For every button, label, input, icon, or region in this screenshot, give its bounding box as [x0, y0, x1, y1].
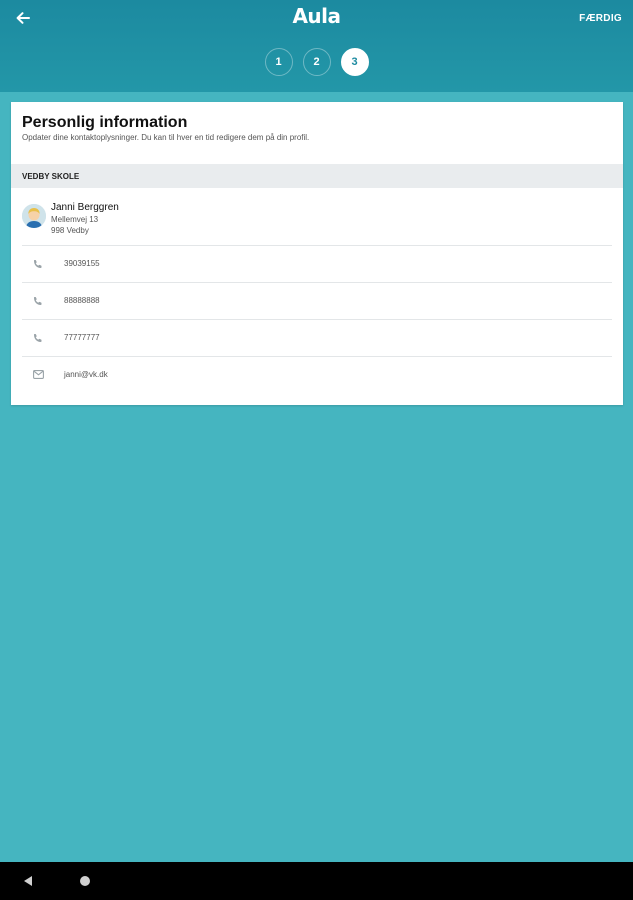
- phone-icon: [32, 258, 44, 270]
- nav-home-icon[interactable]: [80, 876, 90, 886]
- step-indicator: 1 2 3: [0, 48, 633, 76]
- mail-icon: [32, 369, 44, 381]
- contact-value: 88888888: [64, 296, 100, 305]
- phone-icon: [32, 332, 44, 344]
- contact-row-phone-3[interactable]: 77777777: [22, 319, 612, 355]
- contact-value: 77777777: [64, 333, 100, 342]
- system-nav-bar: [0, 862, 633, 900]
- contact-value: 39039155: [64, 259, 100, 268]
- person-address-line2: 998 Vedby: [51, 226, 89, 235]
- personal-info-card: Personlig information Opdater dine konta…: [11, 102, 623, 405]
- nav-back-icon[interactable]: [22, 875, 34, 887]
- avatar: [22, 204, 46, 228]
- app-logo: Aula: [292, 4, 341, 28]
- contact-value: janni@vk.dk: [64, 370, 108, 379]
- phone-icon: [32, 295, 44, 307]
- contact-row-phone-2[interactable]: 88888888: [22, 282, 612, 318]
- user-avatar-icon: [22, 204, 46, 228]
- step-2[interactable]: 2: [302, 48, 331, 76]
- contact-row-email[interactable]: janni@vk.dk: [22, 356, 612, 392]
- step-1[interactable]: 1: [264, 48, 293, 76]
- done-button[interactable]: FÆRDIG: [579, 13, 622, 24]
- page-subtitle: Opdater dine kontaktoplysninger. Du kan …: [22, 133, 310, 142]
- person-name: Janni Berggren: [51, 202, 119, 213]
- person-info: Janni Berggren Mellemvej 13 998 Vedby: [22, 202, 119, 242]
- contact-row-phone-1[interactable]: 39039155: [22, 245, 612, 281]
- step-3[interactable]: 3: [340, 48, 369, 76]
- school-section-header: VEDBY SKOLE: [11, 164, 623, 188]
- page-title: Personlig information: [22, 114, 188, 131]
- person-address-line1: Mellemvej 13: [51, 215, 99, 224]
- app-header: Aula FÆRDIG 1 2 3: [0, 0, 633, 92]
